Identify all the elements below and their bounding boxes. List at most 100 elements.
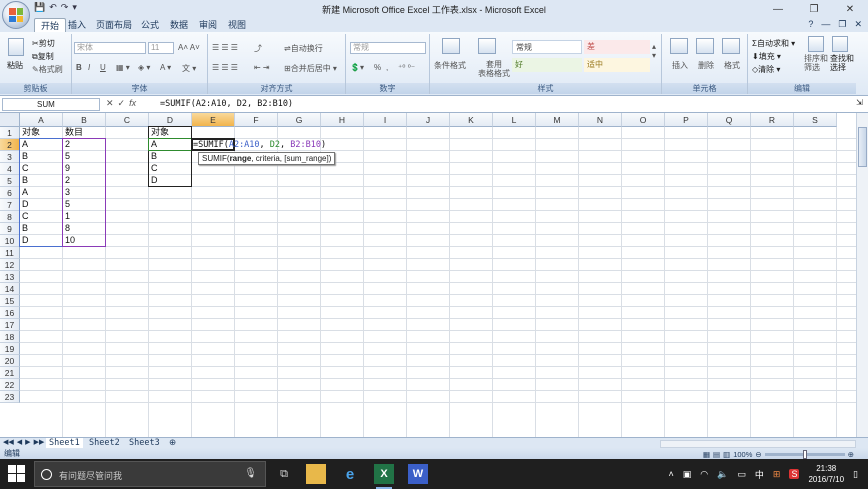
task-view-icon[interactable]: ⧉: [274, 464, 294, 484]
row-header-8[interactable]: 8: [0, 211, 20, 223]
minimize-icon[interactable]: —: [760, 0, 796, 18]
fill-button[interactable]: ⬇填充 ▾: [752, 51, 781, 62]
insert-cells-icon[interactable]: [670, 38, 688, 54]
row-header-22[interactable]: 22: [0, 379, 20, 391]
next-sheet-icon[interactable]: ▶: [25, 438, 30, 446]
cell-a5[interactable]: B: [20, 175, 63, 187]
excel-taskbar-icon[interactable]: X: [374, 464, 394, 489]
currency-icon[interactable]: 💲▾: [350, 63, 364, 72]
cell-b1[interactable]: 数目: [63, 127, 106, 139]
cell-b3[interactable]: 5: [63, 151, 106, 163]
tab-view[interactable]: 视图: [222, 18, 252, 32]
cell-d5[interactable]: D: [149, 175, 192, 187]
restore-icon[interactable]: ❐: [796, 0, 832, 18]
style-good[interactable]: 好: [512, 58, 582, 72]
row-header-3[interactable]: 3: [0, 151, 20, 163]
insert-function-icon[interactable]: fx: [129, 98, 136, 109]
font-color-icon[interactable]: A ▾: [160, 63, 171, 72]
cell-a4[interactable]: C: [20, 163, 63, 175]
column-header-b[interactable]: B: [63, 113, 106, 127]
column-header-d[interactable]: D: [149, 113, 192, 127]
row-header-16[interactable]: 16: [0, 307, 20, 319]
message-icon[interactable]: ▭: [737, 469, 746, 480]
format-painter-button[interactable]: ✎格式刷: [32, 64, 63, 75]
border-icon[interactable]: ▦ ▾: [116, 63, 130, 72]
phonetic-icon[interactable]: 文 ▾: [182, 63, 196, 74]
font-size-select[interactable]: 11: [148, 42, 174, 54]
cell-b10[interactable]: 10: [63, 235, 106, 247]
paste-button[interactable]: 粘贴: [7, 60, 23, 71]
comma-button[interactable]: ,: [386, 63, 388, 72]
cell-b2[interactable]: 2: [63, 139, 106, 151]
prev-sheet-icon[interactable]: ◀: [17, 438, 22, 446]
input-method-icon[interactable]: ⊞: [773, 469, 781, 480]
row-header-5[interactable]: 5: [0, 175, 20, 187]
row-header-7[interactable]: 7: [0, 199, 20, 211]
style-normal[interactable]: 常规: [512, 40, 582, 54]
expand-formula-icon[interactable]: ⇲: [856, 98, 866, 111]
volume-icon[interactable]: 🔈: [717, 469, 728, 480]
column-header-m[interactable]: M: [536, 113, 579, 127]
ime-indicator[interactable]: 中: [755, 468, 764, 481]
cell-a1[interactable]: 对象: [20, 127, 63, 139]
windows-start-icon[interactable]: [8, 465, 26, 483]
wifi-icon[interactable]: ◠: [700, 469, 708, 480]
tab-review[interactable]: 审阅: [193, 18, 223, 32]
tab-data[interactable]: 数据: [164, 18, 194, 32]
microphone-icon[interactable]: 🎙: [244, 468, 257, 479]
conditional-format-button[interactable]: 条件格式: [434, 60, 466, 71]
network-icon[interactable]: ▣: [683, 469, 692, 480]
table-format-icon[interactable]: [478, 38, 496, 54]
ribbon-minimize-icon[interactable]: —: [821, 19, 830, 30]
cell-b7[interactable]: 5: [63, 199, 106, 211]
first-sheet-icon[interactable]: ◀◀: [3, 438, 14, 446]
sort-filter-icon[interactable]: [808, 36, 824, 52]
cortana-search-box[interactable]: 有问题尽管问我 🎙: [34, 461, 266, 487]
column-header-o[interactable]: O: [622, 113, 665, 127]
cell-b5[interactable]: 2: [63, 175, 106, 187]
percent-button[interactable]: %: [374, 63, 381, 72]
italic-button[interactable]: I: [88, 63, 90, 72]
vertical-scrollbar[interactable]: [856, 113, 868, 437]
word-taskbar-icon[interactable]: W: [408, 464, 428, 484]
cell-a2[interactable]: A: [20, 139, 63, 151]
conditional-format-icon[interactable]: [442, 38, 460, 54]
cell-b6[interactable]: 3: [63, 187, 106, 199]
find-select-icon[interactable]: [832, 36, 848, 52]
row-header-21[interactable]: 21: [0, 367, 20, 379]
formula-input[interactable]: =SUMIF(A2:A10, D2, B2:B10): [160, 99, 293, 109]
tab-formulas[interactable]: 公式: [135, 18, 165, 32]
column-header-s[interactable]: S: [794, 113, 837, 127]
cell-d3[interactable]: B: [149, 151, 192, 163]
fill-color-icon[interactable]: ◈ ▾: [138, 63, 150, 72]
column-header-k[interactable]: K: [450, 113, 493, 127]
antivirus-icon[interactable]: S: [789, 469, 800, 479]
indent-icon[interactable]: ⇤ ⇥: [254, 63, 270, 72]
grow-font-icon[interactable]: A˄ A˅: [178, 43, 200, 52]
row-header-14[interactable]: 14: [0, 283, 20, 295]
ribbon-restore-icon[interactable]: ❐: [838, 19, 846, 30]
row-header-1[interactable]: 1: [0, 127, 20, 139]
style-neutral[interactable]: 适中: [584, 58, 650, 72]
notification-icon[interactable]: ▯: [853, 469, 858, 480]
office-button[interactable]: [2, 1, 30, 29]
tray-up-icon[interactable]: ˄: [669, 469, 674, 479]
find-select-button[interactable]: 查找和 选择: [830, 54, 854, 72]
column-header-p[interactable]: P: [665, 113, 708, 127]
number-format-select[interactable]: 常规: [350, 42, 426, 54]
help-icon[interactable]: ?: [808, 19, 813, 30]
cell-d4[interactable]: C: [149, 163, 192, 175]
decimal-icon[interactable]: ⁺⁰ ⁰⁻: [398, 63, 415, 72]
last-sheet-icon[interactable]: ▶▶: [34, 438, 45, 446]
row-header-18[interactable]: 18: [0, 331, 20, 343]
horizontal-scrollbar[interactable]: [660, 440, 856, 448]
cell-a10[interactable]: D: [20, 235, 63, 247]
row-header-9[interactable]: 9: [0, 223, 20, 235]
cell-a9[interactable]: B: [20, 223, 63, 235]
delete-cells-button[interactable]: 删除: [698, 60, 714, 71]
sort-filter-button[interactable]: 排序和 筛选: [804, 54, 828, 72]
cell-b8[interactable]: 1: [63, 211, 106, 223]
system-clock[interactable]: 21:38 2016/7/10: [808, 463, 844, 485]
zoom-slider-knob[interactable]: [802, 450, 807, 459]
row-header-23[interactable]: 23: [0, 391, 20, 403]
